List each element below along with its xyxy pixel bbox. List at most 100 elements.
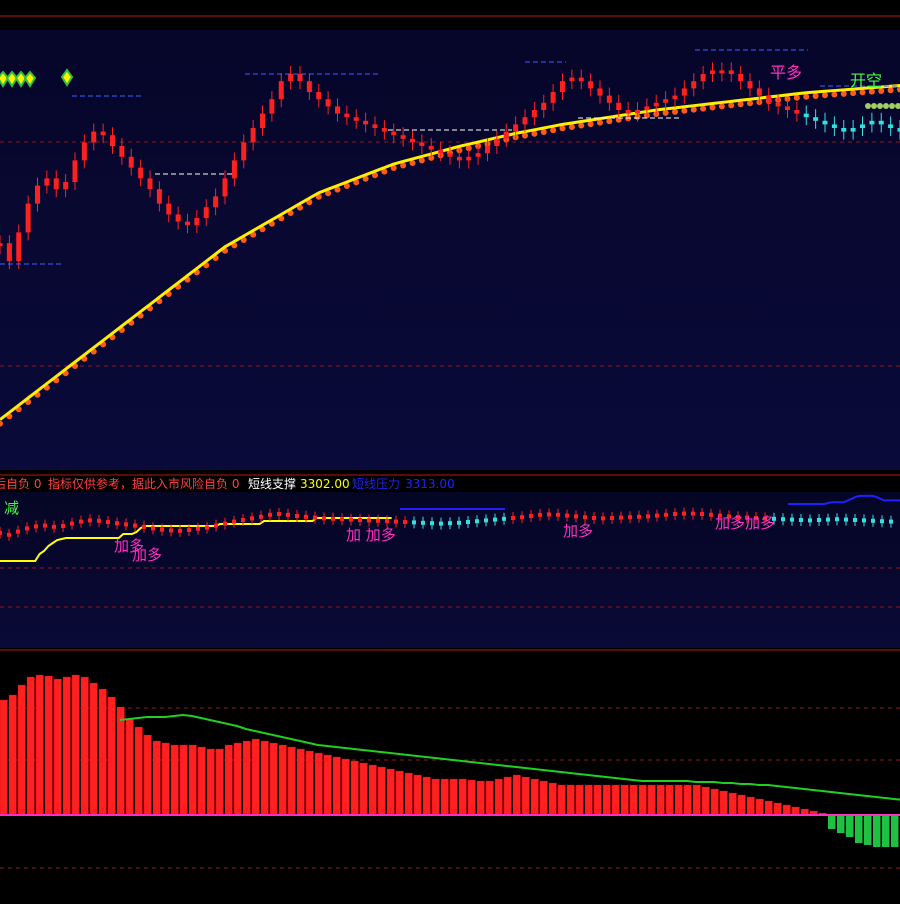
histogram-bar bbox=[639, 785, 647, 815]
stock-chart-stage: 平多 开空 后自负 0 指标仅供参考，据此入市风险自负 0 短线支撑 3302.… bbox=[0, 0, 900, 900]
histogram-bar bbox=[414, 775, 422, 815]
candle-body bbox=[616, 103, 621, 110]
histogram-bar bbox=[189, 745, 197, 815]
histogram-bar bbox=[747, 797, 755, 815]
ma-dot bbox=[597, 120, 603, 126]
candle-body bbox=[344, 114, 349, 118]
ma-dot bbox=[700, 106, 706, 112]
signal-dot bbox=[865, 103, 871, 109]
candle-body bbox=[157, 189, 162, 203]
candle-body bbox=[813, 117, 818, 121]
candle-body bbox=[560, 81, 565, 92]
candle-body bbox=[382, 128, 387, 132]
histogram-bar bbox=[360, 763, 368, 815]
candle-body bbox=[598, 88, 603, 95]
histogram-bar bbox=[504, 777, 512, 815]
signal-label-reduce: 减 bbox=[4, 499, 19, 517]
ma-dot bbox=[569, 124, 575, 130]
signal-dot bbox=[889, 103, 895, 109]
histogram-bar bbox=[576, 785, 584, 815]
histogram-bar bbox=[792, 807, 800, 815]
candle-body bbox=[888, 124, 893, 128]
candle-body bbox=[729, 70, 734, 74]
candle-body bbox=[373, 124, 378, 128]
candle-body bbox=[841, 128, 846, 132]
signal-label-add-long: 加多 bbox=[132, 546, 162, 564]
histogram-bar bbox=[702, 787, 710, 815]
signal-label-add-long: 加 加多 bbox=[346, 526, 396, 544]
candle-body bbox=[316, 92, 321, 99]
candle-body bbox=[213, 196, 218, 207]
histogram-bar bbox=[90, 683, 98, 815]
histogram-bar bbox=[657, 785, 665, 815]
histogram-bar bbox=[234, 743, 242, 815]
candle-body bbox=[269, 99, 274, 113]
histogram-bar bbox=[378, 767, 386, 815]
candle-body bbox=[523, 117, 528, 124]
histogram-bar bbox=[540, 781, 548, 815]
candle-body bbox=[391, 132, 396, 136]
candle-body bbox=[138, 168, 143, 179]
candle-body bbox=[16, 232, 21, 261]
candle-body bbox=[185, 222, 190, 226]
candle-body bbox=[148, 178, 153, 189]
histogram-bar bbox=[261, 741, 269, 815]
ma-dot bbox=[672, 109, 678, 115]
ma-dot bbox=[588, 121, 594, 127]
histogram-bar bbox=[549, 783, 557, 815]
histogram-bar bbox=[126, 719, 134, 815]
candle-body bbox=[223, 178, 228, 196]
candle-body bbox=[7, 243, 12, 261]
candle-body bbox=[457, 157, 462, 161]
candle-body bbox=[485, 146, 490, 153]
ma-dot bbox=[831, 92, 837, 98]
histogram-bar bbox=[153, 741, 161, 815]
histogram-bar bbox=[180, 745, 188, 815]
histogram-bar bbox=[387, 769, 395, 815]
histogram-bar bbox=[585, 785, 593, 815]
histogram-bar bbox=[522, 777, 530, 815]
candle-body bbox=[26, 204, 31, 233]
histogram-bar bbox=[846, 815, 854, 837]
ma-dot bbox=[663, 110, 669, 116]
candle-body bbox=[626, 110, 631, 114]
histogram-bar bbox=[720, 791, 728, 815]
ma-dot bbox=[681, 108, 687, 114]
candle-body bbox=[326, 99, 331, 106]
ma-dot bbox=[813, 93, 819, 99]
histogram-bar bbox=[468, 780, 476, 815]
candle-body bbox=[335, 106, 340, 113]
histogram-bar bbox=[432, 779, 440, 815]
candle-body bbox=[260, 114, 265, 128]
ma-dot bbox=[691, 107, 697, 113]
histogram-bar bbox=[207, 749, 215, 815]
candle-body bbox=[673, 96, 678, 100]
candle-body bbox=[804, 114, 809, 118]
histogram-bar bbox=[306, 751, 314, 815]
histogram-bar bbox=[783, 805, 791, 815]
candle-body bbox=[541, 103, 546, 110]
candle-body bbox=[448, 153, 453, 157]
candle-body bbox=[766, 96, 771, 103]
histogram-bar bbox=[495, 779, 503, 815]
candle-body bbox=[363, 121, 368, 125]
histogram-bar bbox=[54, 679, 62, 815]
histogram-bar bbox=[486, 781, 494, 815]
signal-dot bbox=[883, 103, 889, 109]
candle-body bbox=[194, 218, 199, 225]
histogram-bar bbox=[27, 677, 35, 815]
histogram-bar bbox=[135, 727, 143, 815]
candle-body bbox=[438, 150, 443, 154]
candle-body bbox=[110, 135, 115, 146]
candle-body bbox=[588, 81, 593, 88]
ma-dot bbox=[606, 118, 612, 124]
support-label: 短线支撑 bbox=[248, 476, 296, 491]
histogram-bar bbox=[369, 765, 377, 815]
histogram-bar bbox=[288, 747, 296, 815]
status-text-2: 指标仅供参考，据此入市风险自负 0 bbox=[48, 476, 239, 491]
candle-body bbox=[551, 92, 556, 103]
signal-dot bbox=[871, 103, 877, 109]
ma-dot bbox=[850, 90, 856, 96]
candle-body bbox=[176, 214, 181, 221]
candle-body bbox=[569, 78, 574, 82]
